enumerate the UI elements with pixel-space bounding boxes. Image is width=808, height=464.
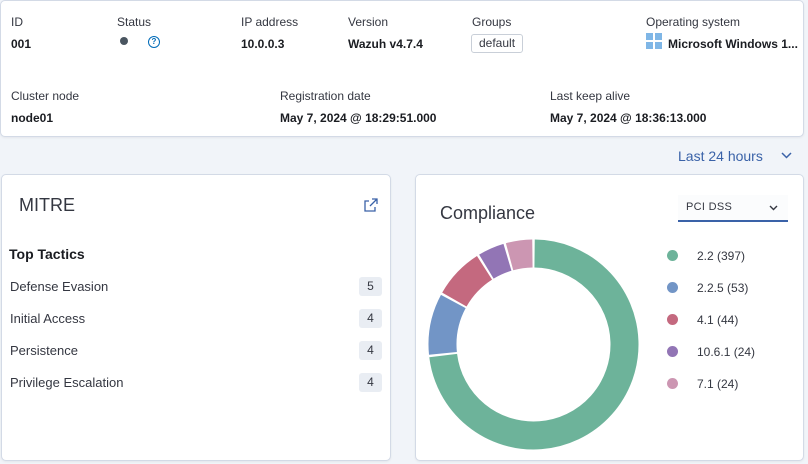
ip-label: IP address <box>241 15 299 29</box>
legend-swatch <box>667 314 678 325</box>
tactic-count: 4 <box>359 309 382 328</box>
compliance-title: Compliance <box>440 203 536 223</box>
id-label: ID <box>11 15 23 29</box>
registration-value: May 7, 2024 @ 18:29:51.000 <box>280 111 437 125</box>
donut-slice[interactable] <box>442 256 493 307</box>
legend-item[interactable]: 2.2.5 (53) <box>697 281 748 295</box>
donut-slice[interactable] <box>505 239 533 271</box>
external-link-icon[interactable] <box>364 198 378 212</box>
tactic-label[interactable]: Persistence <box>10 343 78 358</box>
ip-value: 10.0.0.3 <box>241 37 285 51</box>
top-tactics-heading: Top Tactics <box>9 246 85 262</box>
registration-label: Registration date <box>280 89 371 103</box>
legend-swatch <box>667 346 678 357</box>
tactic-label[interactable]: Initial Access <box>10 311 85 326</box>
legend-item[interactable]: 2.2 (397) <box>697 249 745 263</box>
legend-swatch <box>667 378 678 389</box>
group-badge[interactable]: default <box>471 34 524 53</box>
tactic-count: 4 <box>359 373 382 392</box>
legend-item[interactable]: 4.1 (44) <box>697 313 738 327</box>
cluster-value: node01 <box>11 111 54 125</box>
status-label: Status <box>117 15 152 29</box>
legend-item[interactable]: 10.6.1 (24) <box>697 345 755 359</box>
keepalive-value: May 7, 2024 @ 18:36:13.000 <box>550 111 707 125</box>
compliance-panel: Compliance PCI DSS 2.2 (397) 2.2.5 (53) 4.… <box>415 174 804 461</box>
tactic-count: 4 <box>359 341 382 360</box>
time-range-picker[interactable]: Last 24 hours <box>678 147 763 165</box>
legend-swatch <box>667 282 678 293</box>
compliance-donut-chart <box>428 239 639 450</box>
help-icon[interactable]: ? <box>148 36 160 48</box>
chevron-down-icon <box>769 205 778 211</box>
windows-icon <box>646 33 662 49</box>
os-label: Operating system <box>646 15 741 29</box>
groups-label: Groups <box>472 15 512 29</box>
legend-item[interactable]: 7.1 (24) <box>697 377 738 391</box>
donut-slice[interactable] <box>428 294 466 355</box>
agent-info-panel: ID 001 Status ? IP address 10.0.0.3 Vers… <box>0 0 804 137</box>
status-dot-icon <box>120 37 128 45</box>
mitre-title: MITRE <box>19 195 75 215</box>
version-label: Version <box>348 15 389 29</box>
compliance-standard-select[interactable]: PCI DSS <box>678 195 788 222</box>
tactic-label[interactable]: Privilege Escalation <box>10 375 123 390</box>
os-value: Microsoft Windows 1... <box>668 37 798 51</box>
legend-swatch <box>667 250 678 261</box>
id-value: 001 <box>11 37 32 51</box>
chevron-down-icon[interactable] <box>780 149 793 162</box>
version-value: Wazuh v4.7.4 <box>348 37 423 51</box>
cluster-label: Cluster node <box>11 89 80 103</box>
donut-slice[interactable] <box>479 243 512 279</box>
tactic-label[interactable]: Defense Evasion <box>10 279 108 294</box>
compliance-select-value: PCI DSS <box>686 201 733 213</box>
tactic-count: 5 <box>359 277 382 296</box>
keepalive-label: Last keep alive <box>550 89 631 103</box>
mitre-panel: MITRE Top Tactics Defense Evasion 5 Init… <box>1 174 391 461</box>
